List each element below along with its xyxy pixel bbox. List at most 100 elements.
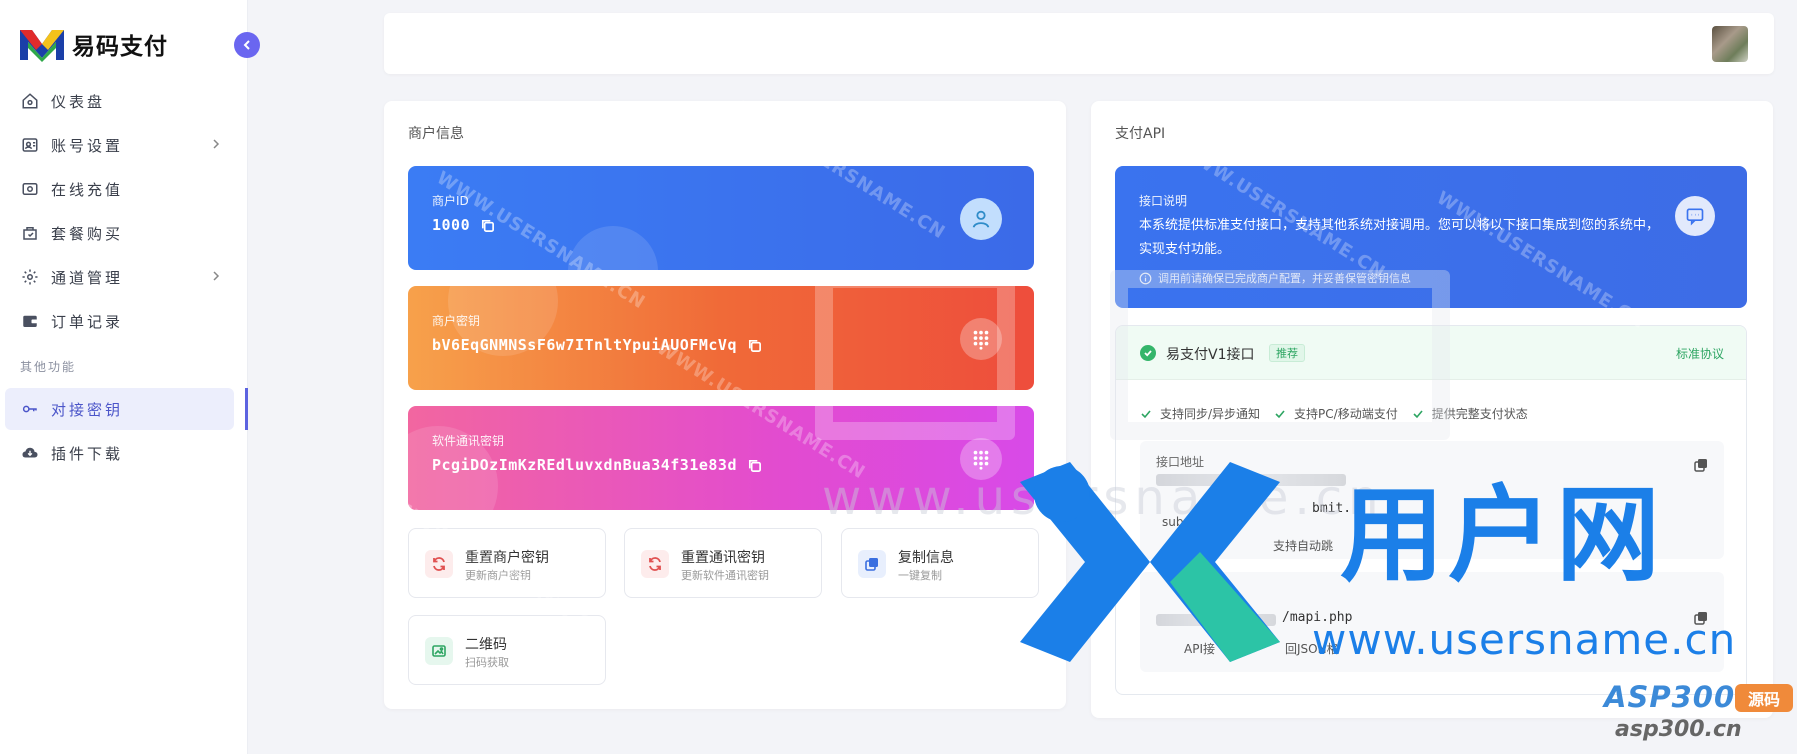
sidebar-item-channel[interactable]: 通道管理 <box>5 256 234 298</box>
sidebar-item-dashboard[interactable]: 仪表盘 <box>5 80 234 122</box>
mapi-note: API接 <box>1184 642 1215 656</box>
sidebar: 易码支付 仪表盘 账号设置 在线充值 套餐购买 通道管理 订单记录 其他功能 对… <box>0 0 248 754</box>
check-icon <box>1274 408 1286 420</box>
sidebar-section-other: 其他功能 <box>20 359 77 374</box>
recharge-icon <box>21 180 39 198</box>
blurred-url <box>1156 474 1346 486</box>
sidebar-item-recharge[interactable]: 在线充值 <box>5 168 234 210</box>
api-intro-desc: 本系统提供标准支付接口，支持其他系统对接调用。您可以将以下接口集成到您的系统中，… <box>1139 218 1660 257</box>
interface-name: 易支付V1接口 <box>1166 347 1255 363</box>
sidebar-collapse-button[interactable] <box>234 32 260 58</box>
merchant-key-value: bV6EqGNMNSsF6w7ITnltYpuiAUOFMcVq <box>432 336 762 354</box>
check-icon <box>1412 408 1424 420</box>
gear-icon <box>21 268 39 286</box>
card-title: 支付API <box>1115 126 1166 142</box>
key-icon <box>21 400 39 418</box>
action-subtitle: 扫码获取 <box>465 656 509 669</box>
keypad-badge <box>960 438 1002 480</box>
message-icon <box>1686 208 1704 226</box>
merchant-info-card: 商户信息 商户ID 1000 商户密钥 bV6EqGNMNSsF6w7ITnlt… <box>384 101 1066 709</box>
copy-info-button[interactable]: 复制信息 一键复制 <box>841 528 1039 598</box>
message-badge <box>1675 196 1715 236</box>
keypad-icon <box>973 330 989 350</box>
sidebar-item-label: 订单记录 <box>51 312 124 331</box>
comm-key-banner: 软件通讯密钥 PcgiDOzImKzREdluvxdnBua34f31e83d <box>408 406 1034 510</box>
auto-note: 支持自动跳 <box>1273 539 1334 553</box>
action-title: 重置通讯密钥 <box>681 550 765 566</box>
user-icon <box>972 210 990 228</box>
image-icon <box>425 637 453 665</box>
action-subtitle: 一键复制 <box>898 569 942 582</box>
merchant-key-label: 商户密钥 <box>432 314 481 328</box>
interface-header: 易支付V1接口 推荐 标准协议 <box>1116 326 1746 380</box>
keypad-badge <box>960 318 1002 360</box>
feature-item: 支持PC/移动端支付 <box>1274 405 1398 422</box>
submit-suffix: bmit. <box>1312 501 1352 516</box>
qrcode-button[interactable]: 二维码 扫码获取 <box>408 615 606 685</box>
mapi-prefix: MAI <box>1182 582 1205 596</box>
mapi-note-2: 回JSON格 <box>1285 642 1339 656</box>
copy-icon[interactable] <box>480 218 495 233</box>
sidebar-item-label: 对接密钥 <box>51 400 124 419</box>
wallet-icon <box>21 312 39 330</box>
interface-panel: 易支付V1接口 推荐 标准协议 支持同步/异步通知 支持PC/移动端支付 提供完… <box>1115 325 1747 695</box>
reset-comm-key-button[interactable]: 重置通讯密钥 更新软件通讯密钥 <box>624 528 822 598</box>
refresh-icon <box>641 550 669 578</box>
action-title: 二维码 <box>465 637 507 653</box>
account-icon <box>21 136 39 154</box>
recommend-tag: 推荐 <box>1269 344 1305 362</box>
check-icon <box>1140 408 1152 420</box>
sidebar-item-orders[interactable]: 订单记录 <box>5 300 234 342</box>
chevron-right-icon <box>213 271 220 281</box>
feature-item: 提供完整支付状态 <box>1412 405 1528 422</box>
decorative-circle <box>568 226 658 270</box>
copy-icon[interactable] <box>747 338 762 353</box>
copy-icon <box>858 550 886 578</box>
active-indicator <box>245 388 248 430</box>
copy-icon[interactable] <box>1694 610 1708 625</box>
blurred-url <box>1156 614 1276 626</box>
merchant-key-banner: 商户密钥 bV6EqGNMNSsF6w7ITnltYpuiAUOFMcVq <box>408 286 1034 390</box>
sidebar-item-label: 仪表盘 <box>51 92 106 111</box>
avatar[interactable] <box>1712 26 1748 62</box>
comm-key-text: PcgiDOzImKzREdluvxdnBua34f31e83d <box>432 456 737 474</box>
copy-icon[interactable] <box>747 458 762 473</box>
sidebar-item-plugin[interactable]: 插件下载 <box>5 432 234 474</box>
sidebar-item-label: 插件下载 <box>51 444 124 463</box>
merchant-id-label: 商户ID <box>432 194 469 208</box>
reset-merchant-key-button[interactable]: 重置商户密钥 更新商户密钥 <box>408 528 606 598</box>
api-intro-label: 接口说明 <box>1139 194 1188 208</box>
feature-text: 支持PC/移动端支付 <box>1294 407 1398 421</box>
copy-icon[interactable] <box>1694 457 1708 472</box>
action-subtitle: 更新商户密钥 <box>465 569 531 582</box>
keypad-icon <box>973 450 989 470</box>
sidebar-item-api-key[interactable]: 对接密钥 <box>5 388 248 430</box>
brand-name: 易码支付 <box>72 33 168 60</box>
action-title: 重置商户密钥 <box>465 550 549 566</box>
brand[interactable]: 易码支付 <box>18 26 168 62</box>
top-header <box>384 13 1774 74</box>
sidebar-item-label: 通道管理 <box>51 268 124 287</box>
payment-api-card: 支付API 接口说明 本系统提供标准支付接口，支持其他系统对接调用。您可以将以下… <box>1091 101 1773 718</box>
feature-list: 支持同步/异步通知 支持PC/移动端支付 提供完整支付状态 <box>1140 405 1542 422</box>
package-icon <box>21 224 39 242</box>
merchant-id-text: 1000 <box>432 216 471 234</box>
sidebar-item-account[interactable]: 账号设置 <box>5 124 234 166</box>
sidebar-item-label: 账号设置 <box>51 136 124 155</box>
chevron-right-icon <box>213 139 220 149</box>
merchant-id-value: 1000 <box>432 216 495 234</box>
brand-logo-icon <box>20 30 64 62</box>
user-badge <box>960 198 1002 240</box>
action-title: 复制信息 <box>898 550 954 566</box>
watermark-asp-url: asp300.cn <box>1615 717 1742 742</box>
merchant-key-text: bV6EqGNMNSsF6w7ITnltYpuiAUOFMcVq <box>432 336 737 354</box>
check-circle-icon <box>1140 345 1156 361</box>
sidebar-item-label: 在线充值 <box>51 180 124 199</box>
feature-text: 提供完整支付状态 <box>1431 407 1528 421</box>
merchant-id-banner: 商户ID 1000 <box>408 166 1034 270</box>
refresh-icon <box>425 550 453 578</box>
sidebar-nav: 仪表盘 账号设置 在线充值 套餐购买 通道管理 订单记录 其他功能 对接密钥 插… <box>0 80 248 476</box>
sidebar-item-package[interactable]: 套餐购买 <box>5 212 234 254</box>
action-subtitle: 更新软件通讯密钥 <box>681 569 769 582</box>
sidebar-item-label: 套餐购买 <box>51 224 124 243</box>
